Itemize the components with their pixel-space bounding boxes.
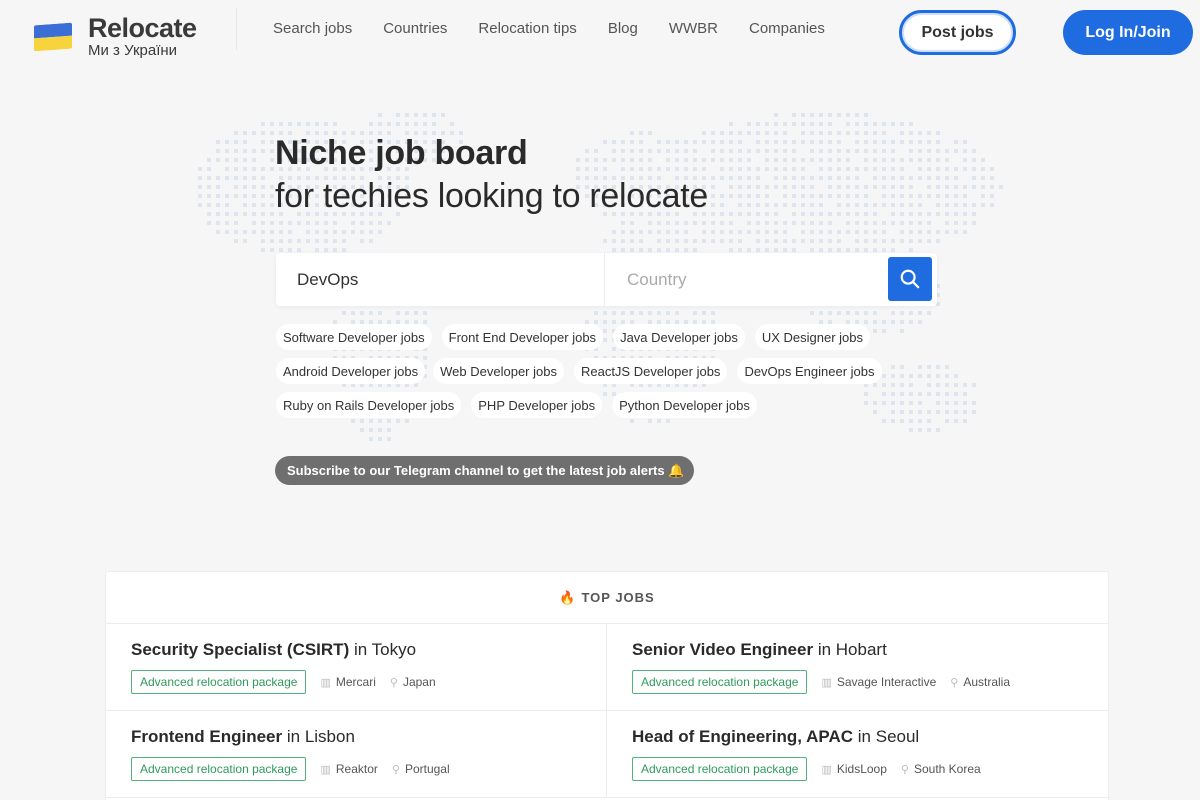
- relocation-badge: Advanced relocation package: [131, 757, 307, 781]
- tag-software-developer[interactable]: Software Developer jobs: [276, 324, 432, 350]
- job-company[interactable]: KidsLoop: [837, 762, 887, 776]
- building-icon: ▥: [320, 676, 331, 689]
- search-button[interactable]: [888, 257, 932, 301]
- location-pin-icon: ⚲: [950, 676, 959, 689]
- header: Relocate Ми з України Search jobs Countr…: [0, 0, 1200, 66]
- relocation-badge: Advanced relocation package: [632, 757, 808, 781]
- tag-reactjs-developer[interactable]: ReactJS Developer jobs: [573, 358, 728, 384]
- tag-android-developer[interactable]: Android Developer jobs: [276, 358, 426, 384]
- job-card[interactable]: Frontend Engineer in Lisbon Advanced rel…: [106, 711, 607, 798]
- logo-subtitle: Ми з України: [88, 42, 178, 59]
- building-icon: ▥: [821, 763, 832, 776]
- hero-title-line1: Niche job board: [275, 134, 528, 172]
- popular-searches: Software Developer jobs Front End Develo…: [276, 324, 936, 426]
- job-company[interactable]: Reaktor: [336, 762, 378, 776]
- job-city: Hobart: [835, 640, 887, 659]
- top-jobs-heading: 🔥 TOP JOBS: [106, 572, 1108, 624]
- hero-title: Niche job board for techies looking to r…: [275, 132, 708, 218]
- job-company[interactable]: Mercari: [336, 675, 376, 689]
- job-in: in: [353, 640, 368, 659]
- nav-countries[interactable]: Countries: [383, 20, 447, 37]
- search-icon: [900, 269, 920, 289]
- post-jobs-button[interactable]: Post jobs: [899, 10, 1016, 55]
- job-title-line[interactable]: Frontend Engineer in Lisbon: [131, 727, 606, 747]
- keyword-input[interactable]: DevOps: [276, 253, 605, 306]
- nav-relocation-tips[interactable]: Relocation tips: [478, 20, 576, 37]
- job-company[interactable]: Savage Interactive: [837, 675, 936, 689]
- tag-ruby-on-rails-developer[interactable]: Ruby on Rails Developer jobs: [276, 392, 462, 418]
- tag-ux-designer[interactable]: UX Designer jobs: [754, 324, 871, 350]
- job-title: Head of Engineering, APAC: [632, 727, 854, 746]
- nav-companies[interactable]: Companies: [749, 20, 825, 37]
- tag-devops-engineer[interactable]: DevOps Engineer jobs: [737, 358, 882, 384]
- job-country[interactable]: South Korea: [914, 762, 981, 776]
- job-title: Senior Video Engineer: [632, 640, 814, 659]
- job-country[interactable]: Australia: [963, 675, 1010, 689]
- job-card[interactable]: Head of Engineering, APAC in Seoul Advan…: [607, 711, 1108, 798]
- search-bar: DevOps Country: [276, 253, 937, 306]
- top-jobs-grid: Security Specialist (CSIRT) in Tokyo Adv…: [106, 624, 1108, 798]
- location-pin-icon: ⚲: [389, 676, 398, 689]
- job-in: in: [817, 640, 832, 659]
- top-jobs-label: TOP JOBS: [581, 590, 655, 605]
- login-join-button[interactable]: Log In/Join: [1063, 10, 1193, 55]
- location-pin-icon: ⚲: [391, 763, 400, 776]
- tag-web-developer[interactable]: Web Developer jobs: [433, 358, 564, 384]
- job-city: Seoul: [875, 727, 920, 746]
- tag-java-developer[interactable]: Java Developer jobs: [613, 324, 745, 350]
- telegram-subscribe-banner[interactable]: Subscribe to our Telegram channel to get…: [275, 456, 694, 485]
- building-icon: ▥: [320, 763, 331, 776]
- job-title-line[interactable]: Senior Video Engineer in Hobart: [632, 640, 1108, 660]
- ukraine-flag-icon: [34, 22, 72, 51]
- header-divider: [236, 8, 237, 50]
- nav-blog[interactable]: Blog: [608, 20, 638, 37]
- tag-php-developer[interactable]: PHP Developer jobs: [471, 392, 603, 418]
- top-jobs-panel: 🔥 TOP JOBS Security Specialist (CSIRT) i…: [105, 571, 1109, 800]
- job-in: in: [857, 727, 871, 746]
- nav-search-jobs[interactable]: Search jobs: [273, 20, 352, 37]
- tag-front-end-developer[interactable]: Front End Developer jobs: [441, 324, 604, 350]
- hero-title-line2: for techies looking to relocate: [275, 177, 708, 215]
- job-card[interactable]: Security Specialist (CSIRT) in Tokyo Adv…: [106, 624, 607, 711]
- relocation-badge: Advanced relocation package: [632, 670, 808, 694]
- job-country[interactable]: Portugal: [405, 762, 450, 776]
- location-pin-icon: ⚲: [900, 763, 909, 776]
- tag-python-developer[interactable]: Python Developer jobs: [612, 392, 757, 418]
- job-title-line[interactable]: Security Specialist (CSIRT) in Tokyo: [131, 640, 606, 660]
- job-title: Security Specialist (CSIRT): [131, 640, 350, 659]
- job-title: Frontend Engineer: [131, 727, 283, 746]
- job-city: Tokyo: [371, 640, 417, 659]
- building-icon: ▥: [821, 676, 832, 689]
- job-title-line[interactable]: Head of Engineering, APAC in Seoul: [632, 727, 1108, 747]
- job-card[interactable]: Senior Video Engineer in Hobart Advanced…: [607, 624, 1108, 711]
- relocation-badge: Advanced relocation package: [131, 670, 307, 694]
- main-nav: Search jobs Countries Relocation tips Bl…: [273, 20, 825, 37]
- logo-title: Relocate: [88, 13, 197, 43]
- logo[interactable]: Relocate Ми з України: [34, 14, 197, 59]
- job-city: Lisbon: [304, 727, 355, 746]
- fire-icon: 🔥: [559, 589, 577, 605]
- job-country[interactable]: Japan: [403, 675, 436, 689]
- nav-wwbr[interactable]: WWBR: [669, 20, 718, 37]
- job-in: in: [286, 727, 301, 746]
